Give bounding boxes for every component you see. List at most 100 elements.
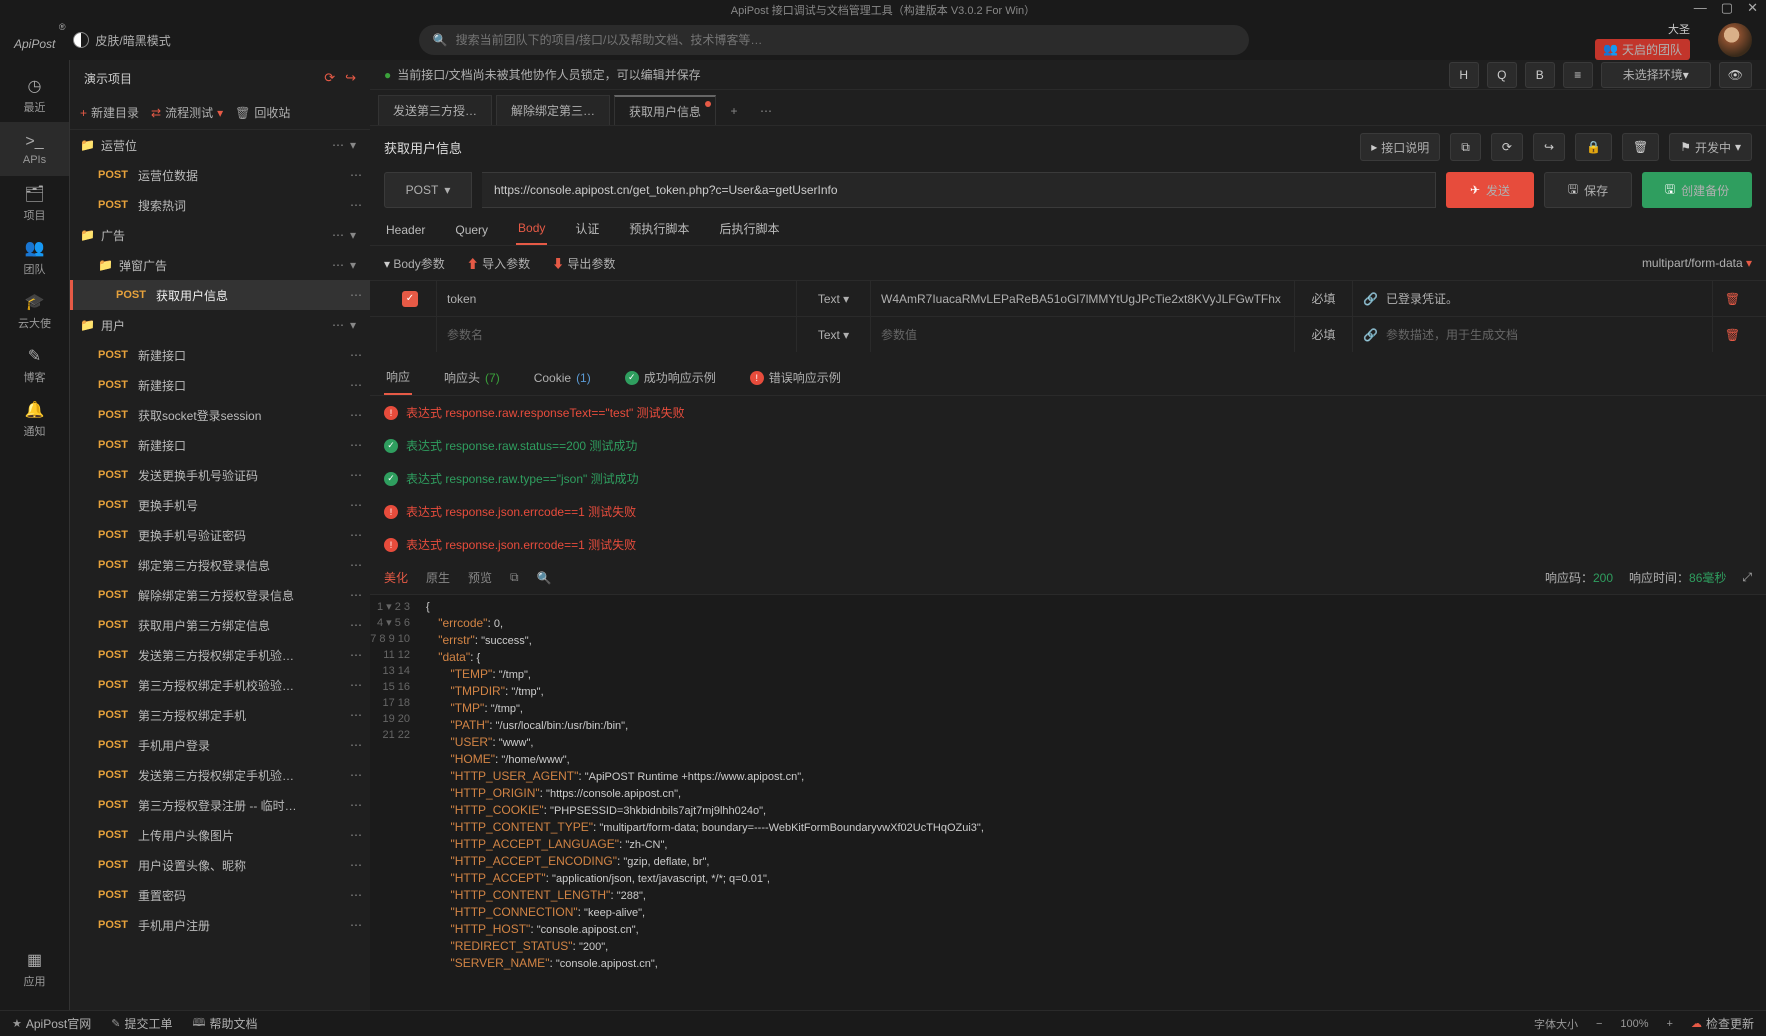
flow-test-button[interactable]: ⇄ 流程测试 ▾ [151, 104, 223, 121]
method-select[interactable]: POST ▾ [384, 172, 472, 208]
avatar[interactable] [1718, 23, 1752, 57]
tree-api-item[interactable]: POST绑定第三方授权登录信息⋯ [70, 550, 370, 580]
raw-button[interactable]: 原生 [426, 569, 450, 586]
minimize-icon[interactable]: — [1694, 0, 1707, 16]
param-value-cell[interactable]: 参数值 [870, 317, 1294, 352]
more-icon[interactable]: ⋯ [350, 738, 362, 752]
save-button[interactable]: 🖫 保存 [1544, 172, 1632, 208]
more-icon[interactable]: ⋯ [350, 618, 362, 632]
copy-icon[interactable]: ⧉ [1450, 133, 1481, 161]
more-icon[interactable]: ⋯ [332, 138, 344, 152]
tree-folder[interactable]: 📁用户⋯▾ [70, 310, 370, 340]
new-folder-button[interactable]: + 新建目录 [80, 104, 139, 121]
response-tab[interactable]: 响应 [384, 360, 412, 395]
maximize-icon[interactable]: ▢ [1721, 0, 1733, 16]
rail-item-0[interactable]: ◷最近 [0, 68, 69, 122]
more-icon[interactable]: ⋯ [350, 828, 362, 842]
param-type-select[interactable]: Text ▾ [796, 281, 870, 316]
more-icon[interactable]: ⋯ [350, 408, 362, 422]
recycle-button[interactable]: 🗑 回收站 [235, 104, 290, 121]
editor-tab[interactable]: 解除绑定第三… [496, 95, 610, 125]
more-icon[interactable]: ⋯ [350, 678, 362, 692]
share-icon[interactable]: ↪ [345, 70, 356, 86]
tree-api-item[interactable]: POST获取用户信息⋯ [70, 280, 370, 310]
more-icon[interactable]: ⋯ [350, 858, 362, 872]
more-icon[interactable]: ⋯ [350, 438, 362, 452]
submit-ticket-link[interactable]: ✎ 提交工单 [111, 1015, 172, 1032]
share2-icon[interactable]: ↪ [1533, 133, 1565, 161]
more-icon[interactable]: ⋯ [350, 888, 362, 902]
rail-item-5[interactable]: ✎博客 [0, 338, 69, 392]
request-tab[interactable]: 后执行脚本 [717, 212, 781, 245]
tree-api-item[interactable]: POST获取用户第三方绑定信息⋯ [70, 610, 370, 640]
rail-item-4[interactable]: 🎓云大使 [0, 284, 69, 338]
more-icon[interactable]: ⋯ [350, 498, 362, 512]
tree-api-item[interactable]: POST第三方授权登录注册 -- 临时…⋯ [70, 790, 370, 820]
link-icon[interactable]: 🔗 [1363, 292, 1378, 306]
request-tab[interactable]: Query [453, 215, 490, 245]
chevron-down-icon[interactable]: ▾ [350, 258, 362, 272]
tree-folder[interactable]: 📁运营位⋯▾ [70, 130, 370, 160]
response-tab[interactable]: !错误响应示例 [748, 361, 843, 394]
tree-api-item[interactable]: POST新建接口⋯ [70, 430, 370, 460]
checkbox-icon[interactable]: ✓ [402, 291, 418, 307]
more-icon[interactable]: ⋯ [332, 258, 344, 272]
more-icon[interactable]: ⋯ [350, 768, 362, 782]
export-params-button[interactable]: ⬇ 导出参数 [552, 255, 615, 272]
more-icon[interactable]: ⋯ [350, 288, 362, 302]
param-required-cell[interactable]: 必填 [1294, 317, 1352, 352]
request-tab[interactable]: Header [384, 215, 427, 245]
tree-api-item[interactable]: POST更换手机号验证密码⋯ [70, 520, 370, 550]
more-icon[interactable]: ⋯ [350, 378, 362, 392]
tree-api-item[interactable]: POST手机用户注册⋯ [70, 910, 370, 940]
send-button[interactable]: ✈ 发送 [1446, 172, 1534, 208]
more-icon[interactable]: ⋯ [332, 318, 344, 332]
sync-icon[interactable]: ⟳ [324, 70, 335, 86]
lock-icon[interactable]: 🔒 [1575, 133, 1612, 161]
response-tab[interactable]: Cookie(1) [532, 363, 593, 393]
beautify-button[interactable]: 美化 [384, 569, 408, 586]
tree-api-item[interactable]: POST用户设置头像、昵称⋯ [70, 850, 370, 880]
more-icon[interactable]: ⋯ [350, 708, 362, 722]
tree-api-item[interactable]: POST新建接口⋯ [70, 370, 370, 400]
tree-api-item[interactable]: POST上传用户头像图片⋯ [70, 820, 370, 850]
param-required-cell[interactable]: 必填 [1294, 281, 1352, 316]
q-button[interactable]: Q [1487, 62, 1517, 88]
param-delete-icon[interactable]: 🗑 [1712, 317, 1752, 352]
tree-api-item[interactable]: POST发送更换手机号验证码⋯ [70, 460, 370, 490]
tree-api-item[interactable]: POST运营位数据⋯ [70, 160, 370, 190]
new-tab-button[interactable]: + [720, 97, 748, 125]
search-response-icon[interactable]: 🔍 [537, 571, 552, 585]
tree-api-item[interactable]: POST搜索热词⋯ [70, 190, 370, 220]
tree-api-item[interactable]: POST更换手机号⋯ [70, 490, 370, 520]
font-size-plus[interactable]: + [1667, 1018, 1673, 1030]
response-tab[interactable]: ✓成功响应示例 [623, 361, 718, 394]
search-input[interactable] [456, 33, 1235, 47]
body-format-select[interactable]: multipart/form-data ▾ [1642, 256, 1752, 270]
chevron-down-icon[interactable]: ▾ [350, 138, 362, 152]
team-badge[interactable]: 👥 天启的团队 [1595, 39, 1690, 60]
param-desc-cell[interactable]: 🔗已登录凭证。 [1352, 281, 1712, 316]
api-desc-button[interactable]: ▸ 接口说明 [1360, 133, 1440, 161]
param-type-select[interactable]: Text ▾ [796, 317, 870, 352]
param-value-cell[interactable]: W4AmR7IuacaRMvLEPaReBA51oGl7lMMYtUgJPcTi… [870, 281, 1294, 316]
rail-apps[interactable]: ▦应用 [0, 942, 69, 996]
request-tab[interactable]: 认证 [573, 212, 601, 245]
project-title[interactable]: 演示项目 [84, 70, 314, 87]
backup-button[interactable]: 🖫 创建备份 [1642, 172, 1752, 208]
expand-icon[interactable]: ⤢ [1742, 570, 1752, 585]
rail-item-1[interactable]: >_APIs [0, 122, 69, 176]
rail-item-6[interactable]: 🔔通知 [0, 392, 69, 446]
param-name-cell[interactable]: 参数名 [436, 317, 796, 352]
settings-icon[interactable]: ≡ [1563, 62, 1593, 88]
more-icon[interactable]: ⋯ [350, 198, 362, 212]
tree-api-item[interactable]: POST第三方授权绑定手机⋯ [70, 700, 370, 730]
dev-status-button[interactable]: ⚑ 开发中 ▾ [1669, 133, 1752, 161]
b-button[interactable]: B [1525, 62, 1555, 88]
request-tab[interactable]: Body [516, 213, 547, 245]
more-icon[interactable]: ⋯ [332, 228, 344, 242]
link-icon[interactable]: 🔗 [1363, 328, 1378, 342]
h-button[interactable]: H [1449, 62, 1479, 88]
import-params-button[interactable]: ⬆ 导入参数 [467, 255, 530, 272]
more-icon[interactable]: ⋯ [350, 558, 362, 572]
